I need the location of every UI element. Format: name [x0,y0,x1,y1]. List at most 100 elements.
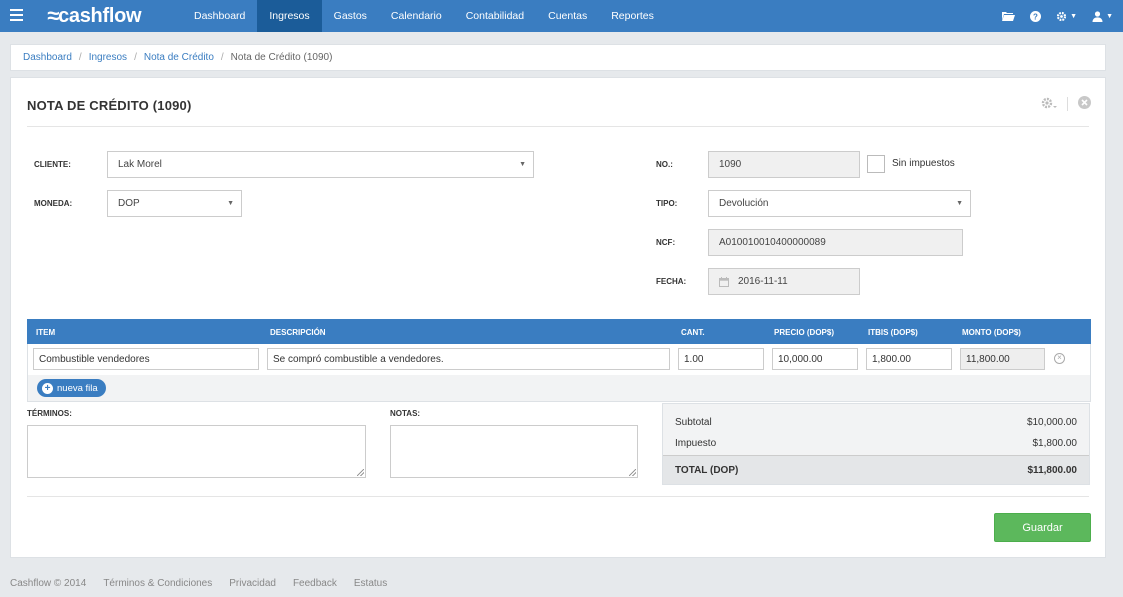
impuesto-label: Impuesto [675,438,717,449]
tipo-value: Devolución [719,198,769,209]
help-icon[interactable]: ? [1030,10,1042,22]
total-value: $11,800.00 [1027,464,1078,476]
itbis-input[interactable]: 1,800.00 [866,348,952,370]
add-row-label: nueva fila [57,382,98,394]
breadcrumb-current: Nota de Crédito (1090) [230,52,333,63]
col-monto: MONTO (DOP$) [962,328,1021,337]
subtotal-label: Subtotal [675,417,712,428]
nav-icons: ? ▼ ▼ [987,0,1113,32]
itbis-value: 1,800.00 [872,353,911,365]
col-precio: PRECIO (DOP$) [774,328,835,337]
tipo-select[interactable]: Devolución ▼ [708,190,971,217]
notas-label: NOTAS: [390,409,421,418]
totals-panel: Subtotal $10,000.00 Impuesto $1,800.00 T… [662,403,1090,485]
page-title: NOTA DE CRÉDITO (1090) [27,98,192,113]
footer-link-feedback[interactable]: Feedback [293,578,337,589]
footer-link-estatus[interactable]: Estatus [354,578,387,589]
impuesto-row: Impuesto $1,800.00 [663,433,1089,454]
tipo-label: TIPO: [656,199,678,208]
impuesto-value: $1,800.00 [1032,438,1078,449]
chevron-down-icon: ▼ [1106,12,1113,20]
moneda-value: DOP [118,198,140,209]
terminos-textarea[interactable] [27,425,366,478]
add-row-button[interactable]: + nueva fila [37,379,106,397]
divider [1067,97,1068,111]
total-label: TOTAL (DOP) [675,464,739,476]
svg-text:?: ? [1033,12,1038,21]
nav-contabilidad[interactable]: Contabilidad [454,0,536,32]
chevron-down-icon: ▼ [227,200,234,207]
col-itbis: ITBIS (DOP$) [868,328,918,337]
breadcrumb-ingresos[interactable]: Ingresos [89,52,127,63]
no-label: NO.: [656,160,673,169]
precio-value: 10,000.00 [778,353,823,365]
terminos-label: TÉRMINOS: [27,409,72,418]
descripcion-value: Se compró combustible a vendedores. [273,353,444,365]
ncf-value: A010010010400000089 [719,237,826,248]
close-icon[interactable] [1078,96,1091,112]
logo-mark-icon: ≈ [47,3,59,28]
footer: Cashflow © 2014 Términos & Condiciones P… [10,578,404,589]
save-button[interactable]: Guardar [994,513,1091,542]
ncf-field[interactable]: A010010010400000089 [708,229,963,256]
chevron-down-icon: ▼ [1070,12,1078,20]
nav-calendario[interactable]: Calendario [379,0,454,32]
folder-icon[interactable] [1002,11,1016,21]
fecha-label: FECHA: [656,277,687,286]
descripcion-input[interactable]: Se compró combustible a vendedores. [267,348,670,370]
moneda-select[interactable]: DOP ▼ [107,190,242,217]
no-field[interactable]: 1090 [708,151,860,178]
cliente-value: Lak Morel [118,159,162,170]
divider [27,496,1089,497]
divider [27,126,1089,127]
breadcrumb-separator: / [78,52,82,63]
breadcrumb-separator: / [220,52,224,63]
resize-handle-icon[interactable] [629,469,636,476]
user-icon[interactable]: ▼ [1092,10,1113,22]
app-logo[interactable]: ≈ cashflow [47,3,142,28]
precio-input[interactable]: 10,000.00 [772,348,858,370]
fecha-field[interactable]: 2016-11-11 [708,268,860,295]
nav-cuentas[interactable]: Cuentas [536,0,599,32]
card-settings-gear-icon[interactable] [1041,97,1057,112]
nav-dashboard[interactable]: Dashboard [182,0,257,32]
item-value: Combustible vendedores [39,353,150,365]
nav-gastos[interactable]: Gastos [322,0,379,32]
top-navbar: ≈ cashflow Dashboard Ingresos Gastos Cal… [0,0,1123,32]
col-descripcion: DESCRIPCIÓN [270,328,326,337]
footer-link-terminos[interactable]: Términos & Condiciones [103,578,212,589]
fecha-value: 2016-11-11 [738,276,788,287]
item-input[interactable]: Combustible vendedores [33,348,259,370]
main-nav: Dashboard Ingresos Gastos Calendario Con… [182,0,666,32]
notas-textarea[interactable] [390,425,638,478]
col-item: ITEM [36,328,56,337]
footer-link-privacidad[interactable]: Privacidad [229,578,276,589]
nav-reportes[interactable]: Reportes [599,0,666,32]
credit-note-card: NOTA DE CRÉDITO (1090) CLIENTE: Lak More… [10,77,1106,558]
ncf-label: NCF: [656,238,676,247]
footer-copyright: Cashflow © 2014 [10,578,87,589]
breadcrumb-dashboard[interactable]: Dashboard [23,52,72,63]
resize-handle-icon[interactable] [357,469,364,476]
menu-icon[interactable] [10,9,23,21]
cant-input[interactable]: 1.00 [678,348,764,370]
monto-value: 11,800.00 [966,353,1010,365]
nav-ingresos[interactable]: Ingresos [257,0,322,32]
breadcrumb-separator: / [134,52,137,63]
plus-circle-icon: + [42,382,53,394]
sin-impuestos-label: Sin impuestos [892,158,955,169]
remove-row-icon[interactable]: × [1054,353,1065,364]
cliente-select[interactable]: Lak Morel ▼ [107,151,534,178]
col-cant: CANT. [681,328,705,337]
settings-gear-icon[interactable]: ▼ [1056,11,1077,22]
sin-impuestos-checkbox[interactable] [867,155,885,173]
subtotal-row: Subtotal $10,000.00 [663,412,1089,433]
subtotal-value: $10,000.00 [1026,417,1077,428]
moneda-label: MONEDA: [34,199,73,208]
no-value: 1090 [719,159,742,170]
add-row-bar: + nueva fila [27,375,1091,402]
total-row: TOTAL (DOP) $11,800.00 [663,455,1089,484]
breadcrumb-nota-de-credito[interactable]: Nota de Crédito [144,52,214,63]
app-name: cashflow [58,4,142,27]
card-actions [1041,96,1091,112]
